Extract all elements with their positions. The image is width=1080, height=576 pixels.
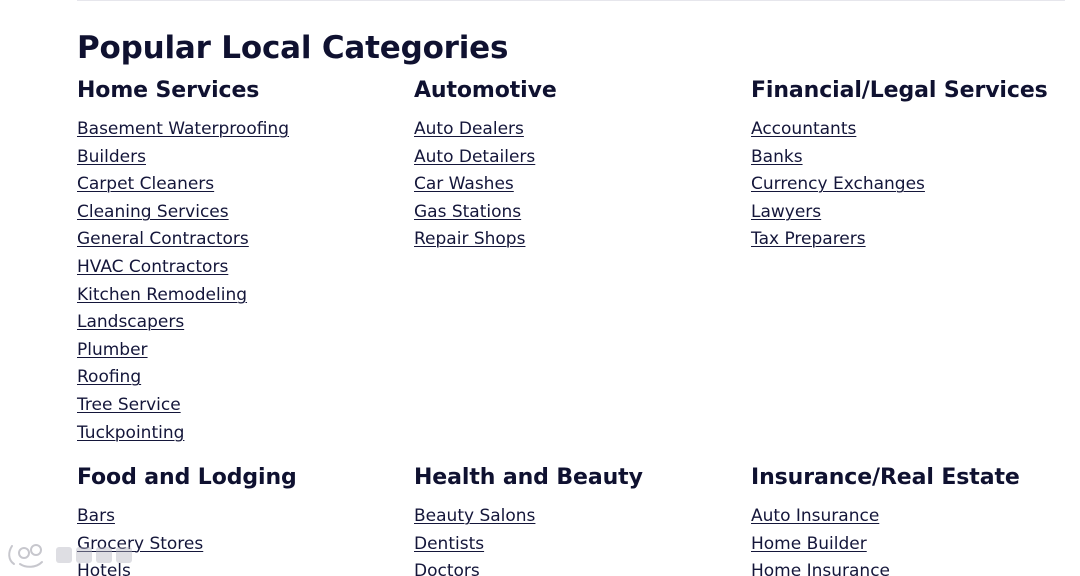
category-link[interactable]: Repair Shops — [414, 229, 525, 249]
top-divider — [77, 0, 1065, 1]
list-item: Lawyers — [751, 199, 1080, 227]
category-link[interactable]: Bars — [77, 506, 115, 526]
list-item: Auto Insurance — [751, 503, 1080, 531]
list-item: Accountants — [751, 116, 1080, 144]
list-item: Cleaning Services — [77, 199, 407, 227]
list-item: Builders — [77, 144, 407, 172]
category-link[interactable]: Gas Stations — [414, 202, 521, 222]
group-heading: Home Services — [77, 78, 260, 103]
list-item: Kitchen Remodeling — [77, 282, 407, 310]
list-item: Home Insurance — [751, 558, 1080, 576]
group-heading: Insurance/Real Estate — [751, 465, 1020, 490]
group-heading: Health and Beauty — [414, 465, 643, 490]
list-item: Auto Dealers — [414, 116, 744, 144]
category-link[interactable]: Auto Detailers — [414, 147, 535, 167]
list-item: General Contractors — [77, 226, 407, 254]
list-item: Dentists — [414, 531, 744, 559]
category-link[interactable]: Kitchen Remodeling — [77, 285, 247, 305]
category-link[interactable]: Tuckpointing — [77, 423, 184, 443]
category-link[interactable]: Home Builder — [751, 534, 867, 554]
category-link[interactable]: Currency Exchanges — [751, 174, 925, 194]
category-group-financial-legal: Financial/Legal Services Accountants Ban… — [751, 76, 1080, 254]
list-item: Plumber — [77, 337, 407, 365]
category-link[interactable]: Auto Dealers — [414, 119, 524, 139]
list-item: Landscapers — [77, 309, 407, 337]
category-link[interactable]: Carpet Cleaners — [77, 174, 214, 194]
list-item: Roofing — [77, 364, 407, 392]
watermark-logo — [8, 544, 132, 568]
list-item: Auto Detailers — [414, 144, 744, 172]
list-item: Banks — [751, 144, 1080, 172]
category-link[interactable]: Tree Service — [77, 395, 181, 415]
category-group-insurance-real-estate: Insurance/Real Estate Auto Insurance Hom… — [751, 463, 1080, 576]
category-link[interactable]: Car Washes — [414, 174, 514, 194]
group-heading: Financial/Legal Services — [751, 78, 1048, 103]
list-item: Basement Waterproofing — [77, 116, 407, 144]
list-item: Tax Preparers — [751, 226, 1080, 254]
list-item: Beauty Salons — [414, 503, 744, 531]
category-link[interactable]: General Contractors — [77, 229, 249, 249]
list-item: Tree Service — [77, 392, 407, 420]
category-link[interactable]: Banks — [751, 147, 803, 167]
category-link[interactable]: Doctors — [414, 561, 480, 576]
list-item: Repair Shops — [414, 226, 744, 254]
category-link[interactable]: Landscapers — [77, 312, 184, 332]
category-link[interactable]: Basement Waterproofing — [77, 119, 289, 139]
category-link[interactable]: Auto Insurance — [751, 506, 879, 526]
category-link-list: Accountants Banks Currency Exchanges Law… — [751, 106, 1080, 254]
list-item: HVAC Contractors — [77, 254, 407, 282]
list-item: Doctors — [414, 558, 744, 576]
list-item: Carpet Cleaners — [77, 171, 407, 199]
list-item: Bars — [77, 503, 407, 531]
category-link-list: Beauty Salons Dentists Doctors — [414, 493, 744, 576]
group-heading: Food and Lodging — [77, 465, 297, 490]
category-link[interactable]: Plumber — [77, 340, 148, 360]
category-link[interactable]: HVAC Contractors — [77, 257, 228, 277]
category-link-list: Basement Waterproofing Builders Carpet C… — [77, 106, 407, 447]
category-link-list: Auto Insurance Home Builder Home Insuran… — [751, 493, 1080, 576]
category-group-health-beauty: Health and Beauty Beauty Salons Dentists… — [414, 463, 744, 576]
list-item: Car Washes — [414, 171, 744, 199]
group-heading: Automotive — [414, 78, 557, 103]
list-item: Tuckpointing — [77, 420, 407, 448]
category-link[interactable]: Roofing — [77, 367, 141, 387]
category-link[interactable]: Accountants — [751, 119, 856, 139]
list-item: Currency Exchanges — [751, 171, 1080, 199]
list-item: Gas Stations — [414, 199, 744, 227]
category-link[interactable]: Lawyers — [751, 202, 821, 222]
category-group-automotive: Automotive Auto Dealers Auto Detailers C… — [414, 76, 744, 254]
category-link-list: Auto Dealers Auto Detailers Car Washes G… — [414, 106, 744, 254]
category-link[interactable]: Tax Preparers — [751, 229, 866, 249]
category-link[interactable]: Beauty Salons — [414, 506, 535, 526]
category-link[interactable]: Dentists — [414, 534, 484, 554]
category-link[interactable]: Home Insurance — [751, 561, 890, 576]
page-title: Popular Local Categories — [77, 30, 509, 66]
list-item: Home Builder — [751, 531, 1080, 559]
category-group-home-services: Home Services Basement Waterproofing Bui… — [77, 76, 407, 447]
category-link[interactable]: Builders — [77, 147, 146, 167]
category-link[interactable]: Cleaning Services — [77, 202, 229, 222]
